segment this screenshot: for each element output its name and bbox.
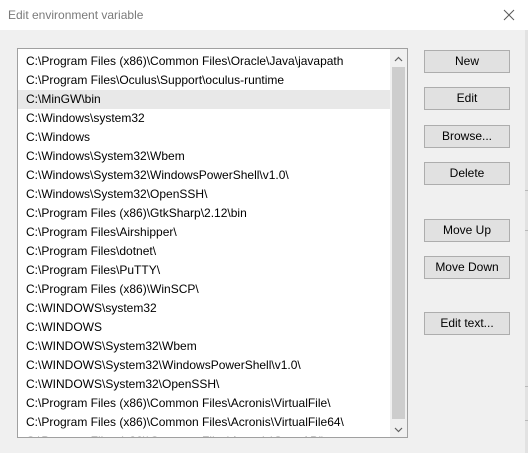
scroll-up-button[interactable] [390,49,407,66]
list-item[interactable]: C:\Program Files (x86)\Common Files\Acro… [18,413,390,432]
browse-button[interactable]: Browse... [424,125,510,148]
vertical-scrollbar[interactable] [390,49,407,437]
new-button[interactable]: New [424,50,510,73]
list-item[interactable]: C:\Program Files (x86)\Common Files\Orac… [18,52,390,71]
delete-button[interactable]: Delete [424,162,510,185]
list-item[interactable]: C:\Program Files (x86)\WinSCP\ [18,280,390,299]
list-item[interactable]: C:\MinGW\bin [18,90,390,109]
chevron-up-icon [394,49,403,67]
list-item[interactable]: C:\Program Files\Oculus\Support\oculus-r… [18,71,390,90]
list-item[interactable]: C:\WINDOWS\System32\OpenSSH\ [18,375,390,394]
list-item[interactable]: C:\Windows\System32\OpenSSH\ [18,185,390,204]
list-item[interactable]: C:\Program Files\Airshipper\ [18,223,390,242]
close-icon [503,9,515,21]
list-item[interactable]: C:\Program Files\dotnet\ [18,242,390,261]
path-listbox[interactable]: C:\Program Files (x86)\Common Files\Orac… [17,48,408,438]
edit-environment-variable-dialog: Edit environment variable C:\Program Fil… [0,0,528,453]
list-item[interactable]: C:\Program Files (x86)\Common Files\Acro… [18,394,390,413]
move-down-button[interactable]: Move Down [424,256,510,279]
chevron-down-icon [394,420,403,438]
list-item[interactable]: C:\WINDOWS\system32 [18,299,390,318]
move-up-button[interactable]: Move Up [424,219,510,242]
list-item[interactable]: C:\WINDOWS\System32\Wbem [18,337,390,356]
window-title: Edit environment variable [8,8,144,22]
scroll-down-button[interactable] [390,420,407,437]
edit-text-button[interactable]: Edit text... [424,312,510,335]
list-item[interactable]: C:\Windows [18,128,390,147]
list-item[interactable]: C:\Windows\System32\Wbem [18,147,390,166]
list-item[interactable]: C:\Program Files (x86)\Common Files\Acro… [18,432,390,437]
title-bar: Edit environment variable [0,0,528,30]
list-item[interactable]: C:\Windows\System32\WindowsPowerShell\v1… [18,166,390,185]
scroll-thumb[interactable] [392,67,405,419]
path-list-items: C:\Program Files (x86)\Common Files\Orac… [18,52,390,437]
close-button[interactable] [498,4,520,26]
list-item[interactable]: C:\Program Files\PuTTY\ [18,261,390,280]
list-item[interactable]: C:\Windows\system32 [18,109,390,128]
list-item[interactable]: C:\Program Files (x86)\GtkSharp\2.12\bin [18,204,390,223]
edit-button[interactable]: Edit [424,87,510,110]
list-item[interactable]: C:\WINDOWS [18,318,390,337]
list-item[interactable]: C:\WINDOWS\System32\WindowsPowerShell\v1… [18,356,390,375]
